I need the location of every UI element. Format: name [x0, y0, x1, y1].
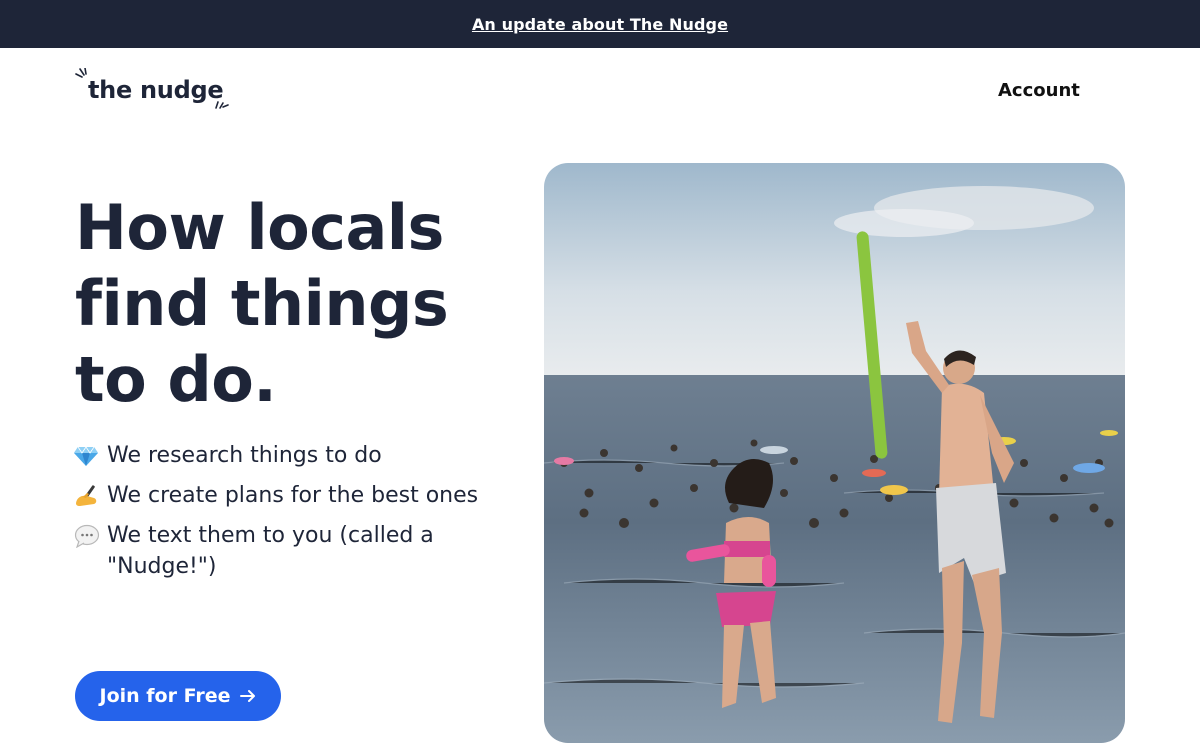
- feature-list: We research things to do We create plans…: [74, 440, 484, 590]
- arrow-right-icon: [239, 690, 255, 702]
- feature-text: We research things to do: [107, 443, 382, 468]
- feature-item: We research things to do: [74, 440, 484, 472]
- update-link[interactable]: An update about The Nudge: [472, 15, 728, 34]
- join-button-label: Join for Free: [99, 685, 231, 707]
- join-for-free-button[interactable]: Join for Free: [75, 671, 281, 721]
- logo-text: the nudge: [88, 76, 224, 104]
- logo-spark-right-icon: [215, 101, 229, 109]
- announcement-banner: An update about The Nudge: [0, 0, 1200, 48]
- feature-text: We create plans for the best ones: [107, 483, 479, 508]
- feature-item: We create plans for the best ones: [74, 480, 484, 512]
- gem-icon: [74, 440, 107, 472]
- hero-image: [544, 163, 1125, 743]
- logo[interactable]: the nudge: [74, 66, 234, 112]
- account-link[interactable]: Account: [998, 80, 1080, 101]
- page-headline: How locals find things to do.: [75, 191, 449, 416]
- speech-bubble-icon: [74, 520, 107, 552]
- writing-hand-icon: [74, 480, 107, 512]
- feature-text: We text them to you (called a "Nudge!"): [107, 523, 434, 579]
- feature-item: We text them to you (called a "Nudge!"): [74, 520, 484, 582]
